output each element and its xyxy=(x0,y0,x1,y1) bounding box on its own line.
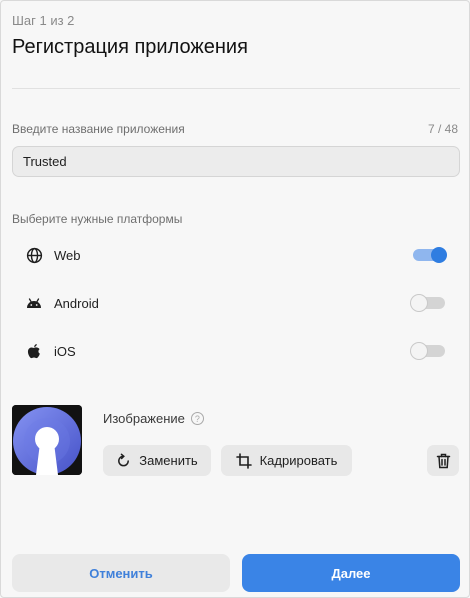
platform-label-android: Android xyxy=(54,295,99,311)
app-image-preview xyxy=(12,405,82,475)
image-label-text: Изображение xyxy=(103,411,185,426)
crop-image-button[interactable]: Кадрировать xyxy=(221,445,352,476)
platform-label-web: Web xyxy=(54,247,81,263)
refresh-icon xyxy=(116,453,131,468)
keyhole-icon xyxy=(12,405,82,475)
platforms-label: Выберите нужные платформы xyxy=(12,212,183,226)
platform-row-web: Web xyxy=(25,244,447,266)
toggle-knob xyxy=(411,295,427,311)
page-title: Регистрация приложения xyxy=(12,36,248,58)
replace-label: Заменить xyxy=(139,453,198,468)
image-label: Изображение ? xyxy=(103,411,204,426)
trash-icon xyxy=(436,453,451,469)
platform-row-android: Android xyxy=(25,292,447,314)
android-icon xyxy=(25,294,43,312)
globe-icon xyxy=(25,246,43,264)
toggle-knob xyxy=(411,343,427,359)
apple-icon xyxy=(25,342,43,360)
platform-label-ios: iOS xyxy=(54,343,76,359)
app-name-input[interactable] xyxy=(12,146,460,177)
replace-image-button[interactable]: Заменить xyxy=(103,445,211,476)
step-indicator: Шаг 1 из 2 xyxy=(12,13,75,28)
toggle-ios[interactable] xyxy=(411,343,445,359)
toggle-web[interactable] xyxy=(413,247,447,263)
app-name-label: Введите название приложения xyxy=(12,122,185,136)
next-button[interactable]: Далее xyxy=(242,554,460,592)
crop-label: Кадрировать xyxy=(259,453,338,468)
toggle-knob xyxy=(431,247,447,263)
crop-icon xyxy=(235,452,252,469)
platform-row-ios: iOS xyxy=(25,340,447,362)
char-counter: 7 / 48 xyxy=(427,122,458,136)
delete-image-button[interactable] xyxy=(427,445,459,476)
header-divider xyxy=(12,88,460,89)
cancel-button[interactable]: Отменить xyxy=(12,554,230,592)
toggle-android[interactable] xyxy=(411,295,445,311)
question-icon[interactable]: ? xyxy=(190,412,204,425)
registration-dialog: Шаг 1 из 2 Регистрация приложения Введит… xyxy=(0,0,470,598)
